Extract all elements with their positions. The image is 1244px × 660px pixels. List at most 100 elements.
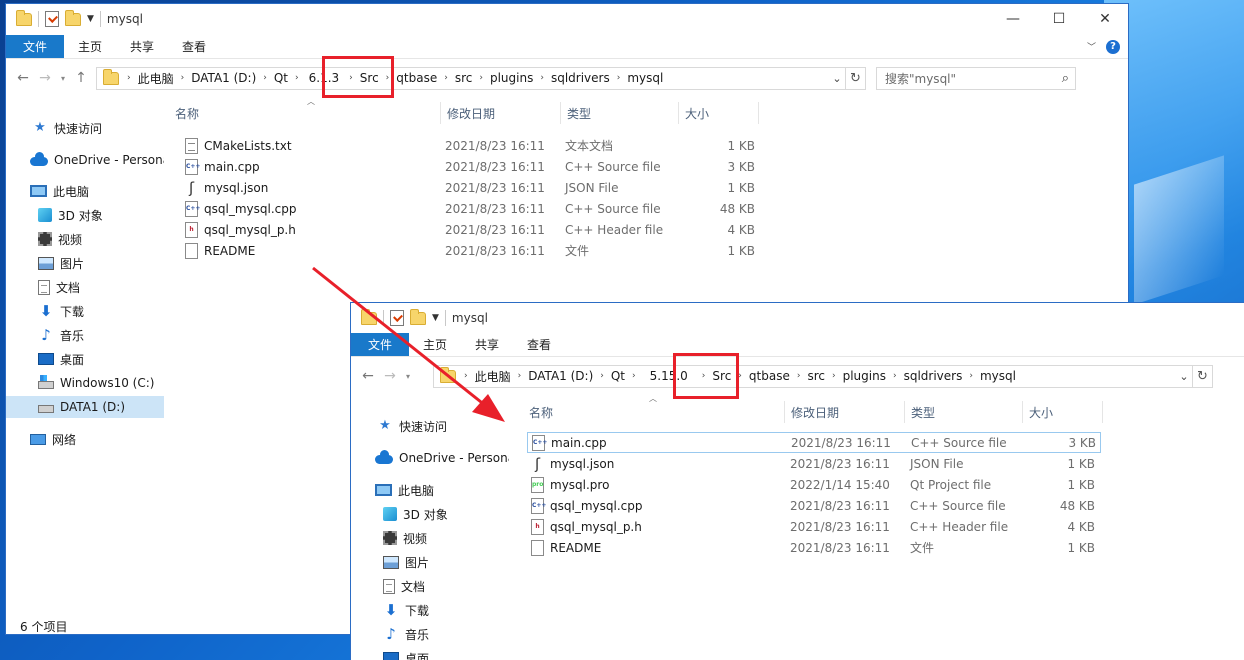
highlight-box-version-6 — [322, 56, 394, 98]
column-header-name[interactable]: 名称 — [169, 102, 441, 124]
table-row[interactable]: C++ main.cpp 2021/8/23 16:11 C++ Source f… — [185, 156, 755, 177]
sidebar-item-pictures[interactable]: 图片 — [6, 252, 164, 274]
sidebar-item-quick-access[interactable]: ★ 快速访问 — [351, 415, 509, 437]
table-row[interactable]: ʃ mysql.json 2021/8/23 16:11 JSON File 1 … — [185, 177, 755, 198]
column-header-type[interactable]: 类型 — [561, 102, 679, 124]
cloud-icon — [375, 450, 393, 464]
table-row[interactable]: C++ qsql_mysql.cpp 2021/8/23 16:11 C++ So… — [527, 495, 1101, 516]
properties-check-icon[interactable] — [45, 11, 59, 27]
recent-locations-chevron-icon[interactable]: ▾ — [56, 74, 70, 83]
recent-locations-chevron-icon[interactable]: ▾ — [401, 372, 415, 381]
breadcrumb-item[interactable]: plugins — [483, 71, 540, 85]
table-row[interactable]: pro mysql.pro 2022/1/14 15:40 Qt Project … — [527, 474, 1101, 495]
table-row[interactable]: CMakeLists.txt 2021/8/23 16:11 文本文档 1 KB — [185, 135, 755, 156]
sidebar-item-music[interactable]: ♪ 音乐 — [351, 623, 509, 645]
column-header-size[interactable]: 大小 — [679, 102, 759, 124]
breadcrumb-item[interactable]: Qt — [267, 71, 295, 85]
column-header-date[interactable]: 修改日期 — [785, 401, 905, 423]
up-arrow-icon[interactable]: ↑ — [70, 70, 92, 86]
customize-toolbar-dropdown-icon[interactable]: ▼ — [87, 14, 94, 24]
tab-view[interactable]: 查看 — [168, 35, 220, 58]
table-row[interactable]: README 2021/8/23 16:11 文件 1 KB — [185, 240, 755, 261]
breadcrumb-item[interactable]: DATA1 (D:) — [184, 71, 263, 85]
table-row[interactable]: README 2021/8/23 16:11 文件 1 KB — [527, 537, 1101, 558]
sidebar-item-music[interactable]: ♪ 音乐 — [6, 324, 164, 346]
table-row[interactable]: C++ main.cpp 2021/8/23 16:11 C++ Source f… — [527, 432, 1101, 453]
tab-home[interactable]: 主页 — [64, 35, 116, 58]
breadcrumb-item[interactable]: sqldrivers — [544, 71, 617, 85]
breadcrumb-item[interactable]: sqldrivers — [897, 369, 970, 383]
address-bar[interactable]: › 此电脑 › DATA1 (D:) › Qt › 6.1.3 › Src › … — [96, 66, 866, 90]
customize-toolbar-dropdown-icon[interactable]: ▼ — [432, 313, 439, 323]
cube-3d-icon — [38, 208, 52, 222]
table-row[interactable]: h qsql_mysql_p.h 2021/8/23 16:11 C++ Head… — [527, 516, 1101, 537]
sidebar-item-this-pc[interactable]: 此电脑 — [351, 479, 509, 501]
breadcrumb-item[interactable]: DATA1 (D:) — [521, 369, 600, 383]
back-arrow-icon[interactable]: ← — [12, 70, 34, 86]
navigation-bar: ← → ▾ ↑ › 此电脑 › DATA1 (D:) › Qt › 6.1.3 … — [6, 60, 1128, 96]
sidebar-item-desktop[interactable]: 桌面 — [6, 348, 164, 370]
refresh-icon[interactable]: ↻ — [1192, 365, 1212, 387]
sidebar-item-documents[interactable]: 文档 — [351, 575, 509, 597]
forward-arrow-icon[interactable]: → — [34, 70, 56, 86]
sidebar-item-videos[interactable]: 视频 — [351, 527, 509, 549]
sidebar-item-3d-objects[interactable]: 3D 对象 — [6, 204, 164, 226]
back-arrow-icon[interactable]: ← — [357, 368, 379, 384]
tab-view[interactable]: 查看 — [513, 333, 565, 356]
new-folder-icon[interactable] — [65, 9, 81, 26]
sidebar-item-drive-d[interactable]: DATA1 (D:) — [6, 396, 164, 418]
table-row[interactable]: h qsql_mysql_p.h 2021/8/23 16:11 C++ Head… — [185, 219, 755, 240]
column-header-date[interactable]: 修改日期 — [441, 102, 561, 124]
sidebar-item-this-pc[interactable]: 此电脑 — [6, 180, 164, 202]
sidebar-item-downloads[interactable]: ⬇ 下载 — [6, 300, 164, 322]
sidebar-item-onedrive[interactable]: OneDrive - Persona — [351, 447, 509, 469]
sidebar-item-network[interactable]: 网络 — [6, 428, 164, 450]
table-row[interactable]: ʃ mysql.json 2021/8/23 16:11 JSON File 1 … — [527, 453, 1101, 474]
navigation-pane: ★ 快速访问 OneDrive - Persona 此电脑 3D 对象 视频 图片… — [6, 102, 164, 612]
breadcrumb-item[interactable]: 此电脑 — [131, 70, 181, 87]
column-header-type[interactable]: 类型 — [905, 401, 1023, 423]
refresh-icon[interactable]: ↻ — [845, 67, 865, 89]
expand-ribbon-chevron-icon[interactable]: ﹀ — [1087, 40, 1096, 53]
tab-home[interactable]: 主页 — [409, 333, 461, 356]
music-note-icon: ♪ — [41, 326, 51, 344]
address-history-dropdown-icon[interactable]: ⌄ — [829, 72, 845, 85]
sidebar-item-videos[interactable]: 视频 — [6, 228, 164, 250]
breadcrumb-item[interactable]: mysql — [620, 71, 670, 85]
forward-arrow-icon[interactable]: → — [379, 368, 401, 384]
close-icon[interactable]: ✕ — [1082, 4, 1128, 34]
computer-icon — [375, 484, 392, 496]
tab-share[interactable]: 共享 — [116, 35, 168, 58]
breadcrumb-item[interactable]: src — [448, 71, 480, 85]
sidebar-item-documents[interactable]: 文档 — [6, 276, 164, 298]
breadcrumb-item[interactable]: qtbase — [389, 71, 444, 85]
column-header-size[interactable]: 大小 — [1023, 401, 1103, 423]
column-header-name[interactable]: 名称 — [523, 401, 785, 423]
new-folder-icon[interactable] — [410, 308, 426, 325]
sidebar-item-3d-objects[interactable]: 3D 对象 — [351, 503, 509, 525]
tab-share[interactable]: 共享 — [461, 333, 513, 356]
sidebar-item-drive-c[interactable]: Windows10 (C:) — [6, 372, 164, 394]
search-input[interactable]: 搜索"mysql" ⌕ — [876, 66, 1076, 90]
search-icon[interactable]: ⌕ — [1062, 71, 1069, 86]
breadcrumb-item[interactable]: qtbase — [742, 369, 797, 383]
sidebar-item-quick-access[interactable]: ★ 快速访问 — [6, 117, 164, 139]
help-icon[interactable]: ? — [1106, 39, 1120, 54]
address-bar[interactable]: › 此电脑 › DATA1 (D:) › Qt › 5.15.0 › Src ›… — [433, 364, 1213, 388]
address-history-dropdown-icon[interactable]: ⌄ — [1176, 370, 1192, 383]
tab-file[interactable]: 文件 — [351, 333, 410, 356]
breadcrumb-item[interactable]: plugins — [836, 369, 893, 383]
table-row[interactable]: C++ qsql_mysql.cpp 2021/8/23 16:11 C++ So… — [185, 198, 755, 219]
sidebar-item-pictures[interactable]: 图片 — [351, 551, 509, 573]
breadcrumb-item[interactable]: src — [800, 369, 832, 383]
properties-check-icon[interactable] — [390, 310, 404, 326]
sidebar-item-onedrive[interactable]: OneDrive - Persona — [6, 149, 164, 171]
breadcrumb-item[interactable]: 此电脑 — [468, 368, 518, 385]
sidebar-item-desktop[interactable]: 桌面 — [351, 647, 509, 660]
sidebar-item-downloads[interactable]: ⬇ 下载 — [351, 599, 509, 621]
maximize-icon[interactable]: ☐ — [1036, 4, 1082, 34]
breadcrumb-item[interactable]: Qt — [604, 369, 632, 383]
minimize-icon[interactable]: — — [990, 4, 1036, 34]
tab-file[interactable]: 文件 — [6, 35, 65, 58]
breadcrumb-item[interactable]: mysql — [973, 369, 1023, 383]
